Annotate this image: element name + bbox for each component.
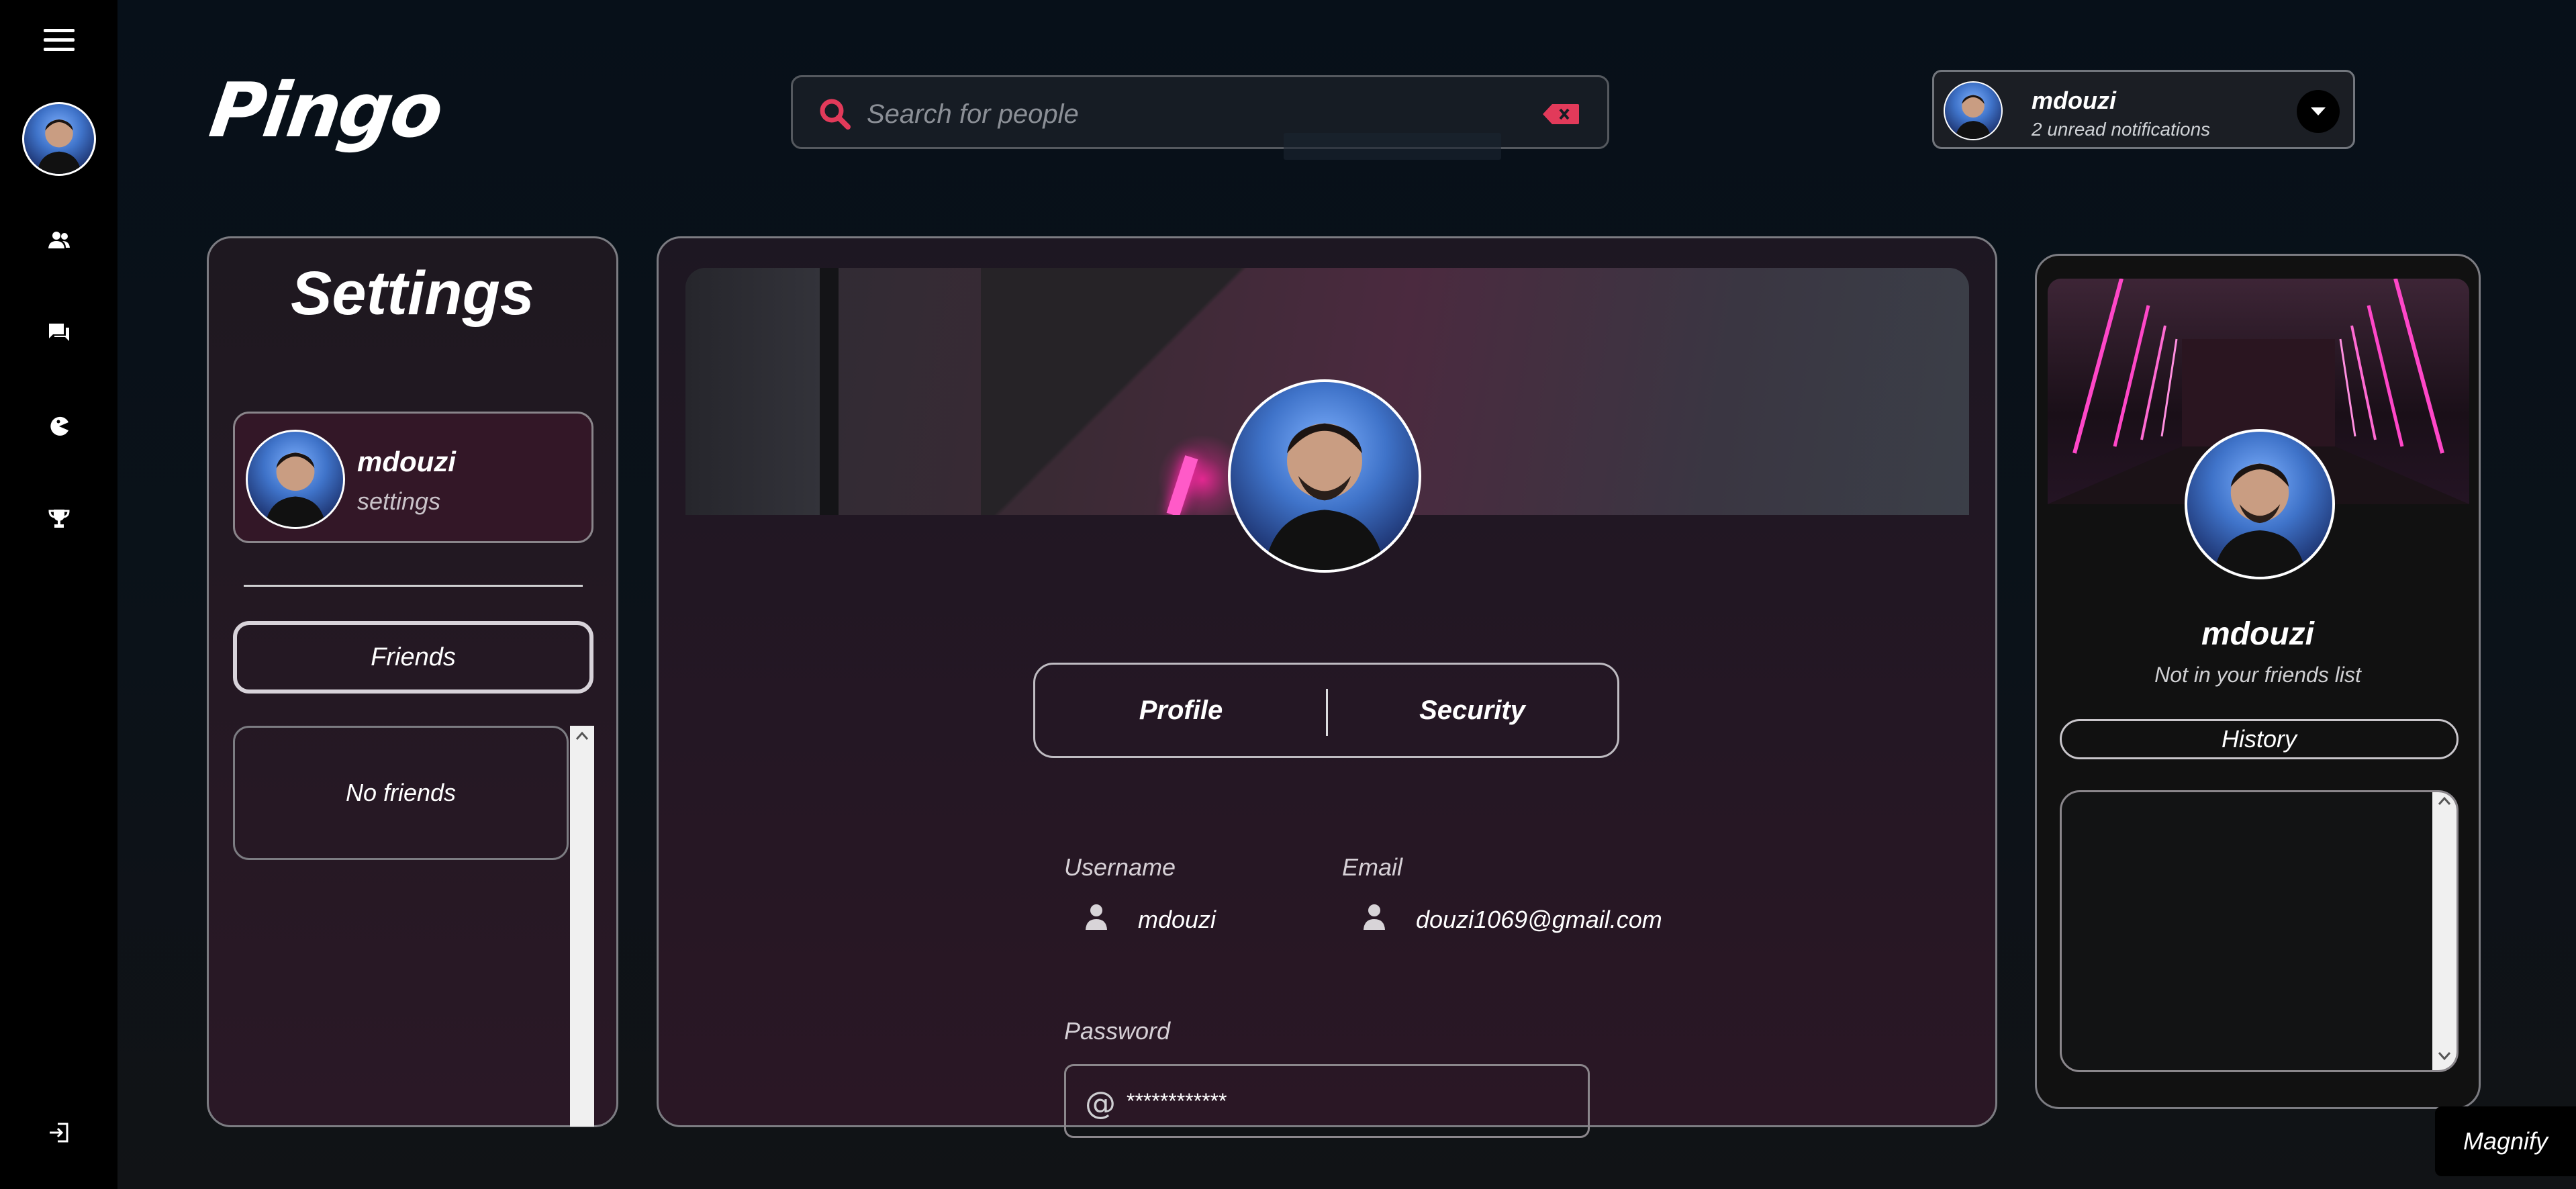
user-card-panel: mdouzi Not in your friends list History [2035,254,2481,1109]
tab-security[interactable]: Security [1327,665,1618,756]
email-label: Email [1342,853,1403,881]
history-button[interactable]: History [2060,719,2459,759]
username-value: mdouzi [1138,906,1217,933]
logout-icon[interactable] [46,1121,73,1144]
tooltip-ghost [1284,133,1501,160]
password-input[interactable] [1127,1082,1570,1120]
username-label: Username [1064,853,1176,881]
app-logo[interactable]: Pingo [205,67,485,154]
password-label: Password [1064,1017,1171,1045]
trophy-icon[interactable] [46,508,73,530]
password-field[interactable]: @ [1064,1064,1590,1138]
divider [244,585,583,587]
search-input[interactable] [867,91,1538,138]
profile-card-sub: settings [357,487,441,515]
user-menu[interactable]: mdouzi 2 unread notifications [1932,70,2355,149]
game-icon[interactable] [46,415,73,438]
scroll-up-icon[interactable] [575,731,589,745]
profile-card-name: mdouzi [357,446,456,477]
profile-tabs: Profile Security [1033,663,1619,758]
person-icon [1084,903,1108,930]
avatar [246,430,345,529]
tab-profile[interactable]: Profile [1035,665,1327,756]
history-scrollbar[interactable] [2432,792,2456,1070]
chevron-down-icon[interactable] [2297,90,2340,133]
avatar[interactable] [21,102,96,176]
person-icon [1362,903,1386,930]
friend-status: Not in your friends list [2154,663,2361,687]
clear-search-icon[interactable] [1541,103,1580,126]
chat-icon[interactable] [46,321,73,344]
settings-title: Settings [291,259,534,328]
user-avatar [1944,81,2003,140]
friends-button[interactable]: Friends [233,621,593,694]
friends-icon[interactable] [46,228,73,251]
magnify-button[interactable]: Magnify [2435,1106,2576,1176]
settings-panel: Settings mdouzi settings Friends No frie… [207,236,618,1127]
notification-count: 2 unread notifications [2032,119,2211,140]
profile-settings-card[interactable]: mdouzi settings [233,412,593,543]
profile-avatar[interactable] [1228,379,1421,573]
user-card-avatar [2185,429,2335,579]
scroll-down-icon[interactable] [2438,1051,2451,1065]
search-icon [818,97,852,131]
friends-list: No friends [233,726,569,860]
friends-scrollbar[interactable] [570,726,594,1127]
friends-empty-text: No friends [345,779,457,806]
scroll-up-icon[interactable] [2438,796,2451,810]
history-list [2060,790,2459,1072]
nav-rail [0,0,117,1189]
email-value: douzi1069@gmail.com [1416,906,1662,933]
profile-panel: Profile Security Username mdouzi Email d… [657,236,1997,1138]
at-icon: @ [1085,1085,1116,1121]
menu-icon[interactable] [42,26,76,55]
user-card-name: mdouzi [2201,616,2314,652]
user-name: mdouzi [2032,87,2116,114]
